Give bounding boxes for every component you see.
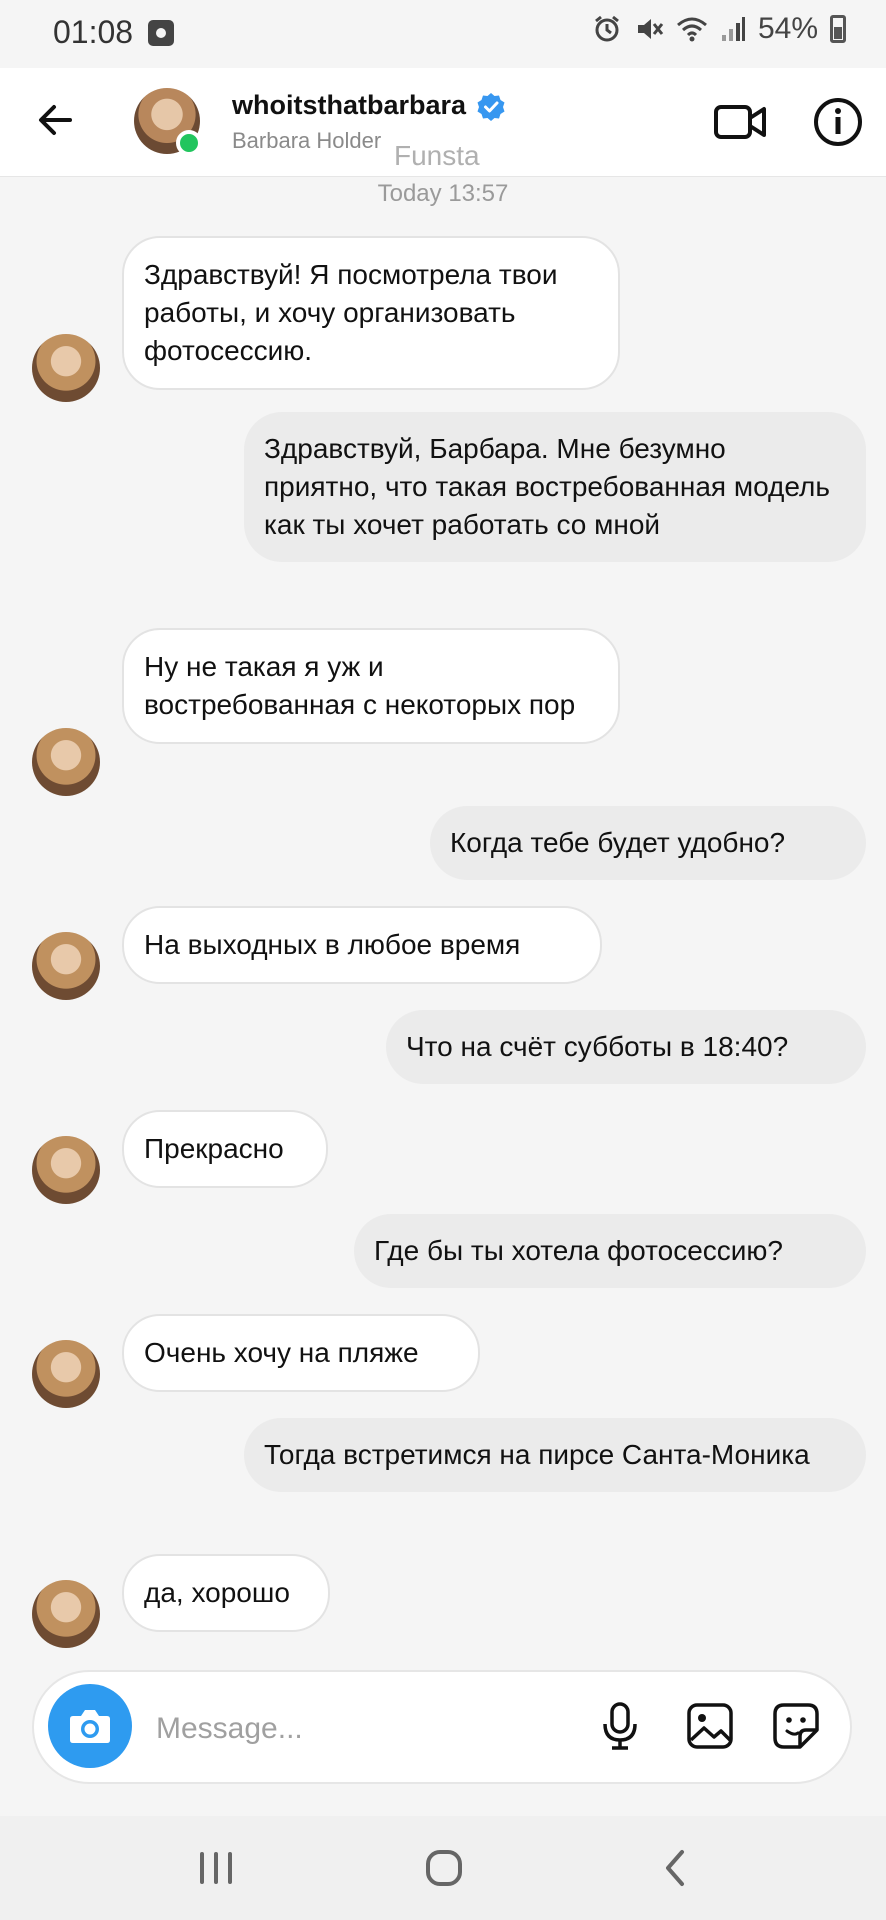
camera-icon bbox=[70, 1710, 110, 1743]
status-time: 01:08 bbox=[53, 14, 134, 50]
message-outgoing[interactable]: Что на счёт субботы в 18:40? bbox=[386, 1010, 866, 1084]
signal-icon bbox=[721, 17, 745, 41]
online-indicator bbox=[176, 130, 202, 156]
home-icon[interactable] bbox=[420, 1846, 468, 1890]
sender-avatar[interactable] bbox=[32, 334, 100, 402]
message-incoming[interactable]: Очень хочу на пляже bbox=[122, 1314, 480, 1392]
alarm-icon bbox=[595, 15, 619, 42]
status-bar: 01:08 54% bbox=[0, 0, 886, 68]
message-incoming[interactable]: да, хорошо bbox=[122, 1554, 330, 1632]
camera-button[interactable] bbox=[48, 1684, 132, 1768]
app-notification-icon bbox=[148, 20, 174, 46]
back-arrow-icon[interactable] bbox=[28, 92, 84, 148]
message-incoming[interactable]: Ну не такая я уж и востребованная с неко… bbox=[122, 628, 620, 744]
verified-badge-icon bbox=[477, 93, 505, 121]
message-outgoing[interactable]: Здравствуй, Барбара. Мне безумно приятно… bbox=[244, 412, 866, 562]
back-icon[interactable] bbox=[652, 1846, 700, 1890]
message-incoming[interactable]: Прекрасно bbox=[122, 1110, 328, 1188]
date-stamp: Today 13:57 bbox=[377, 180, 509, 207]
system-nav-bar bbox=[0, 1816, 886, 1920]
sender-avatar[interactable] bbox=[32, 932, 100, 1000]
sender-avatar[interactable] bbox=[32, 1580, 100, 1648]
message-incoming[interactable]: На выходных в любое время bbox=[122, 906, 602, 984]
message-outgoing[interactable]: Где бы ты хотела фотосессию? bbox=[354, 1214, 866, 1288]
info-icon[interactable] bbox=[810, 94, 866, 150]
gallery-icon[interactable] bbox=[684, 1700, 736, 1752]
recent-apps-icon[interactable] bbox=[192, 1846, 240, 1890]
wifi-icon bbox=[676, 17, 707, 42]
sender-avatar[interactable] bbox=[32, 1340, 100, 1408]
sticker-icon[interactable] bbox=[770, 1700, 822, 1752]
battery-icon bbox=[830, 15, 846, 43]
message-incoming[interactable]: Здравствуй! Я посмотрела твои работы, и … bbox=[122, 236, 620, 390]
microphone-icon[interactable] bbox=[594, 1700, 646, 1752]
message-outgoing[interactable]: Когда тебе будет удобно? bbox=[430, 806, 866, 880]
message-composer bbox=[32, 1670, 852, 1784]
watermark: Funsta bbox=[394, 140, 480, 171]
video-call-icon[interactable] bbox=[712, 94, 768, 150]
full-name: Barbara Holder bbox=[232, 128, 382, 153]
message-input[interactable] bbox=[154, 1706, 478, 1752]
username[interactable]: whoitsthatbarbara bbox=[232, 90, 466, 121]
message-outgoing[interactable]: Тогда встретимся на пирсе Санта-Моника bbox=[244, 1418, 866, 1492]
mute-icon bbox=[637, 19, 664, 39]
battery-percent: 54% bbox=[757, 12, 818, 45]
sender-avatar[interactable] bbox=[32, 728, 100, 796]
sender-avatar[interactable] bbox=[32, 1136, 100, 1204]
status-icons: 54% bbox=[592, 12, 846, 46]
